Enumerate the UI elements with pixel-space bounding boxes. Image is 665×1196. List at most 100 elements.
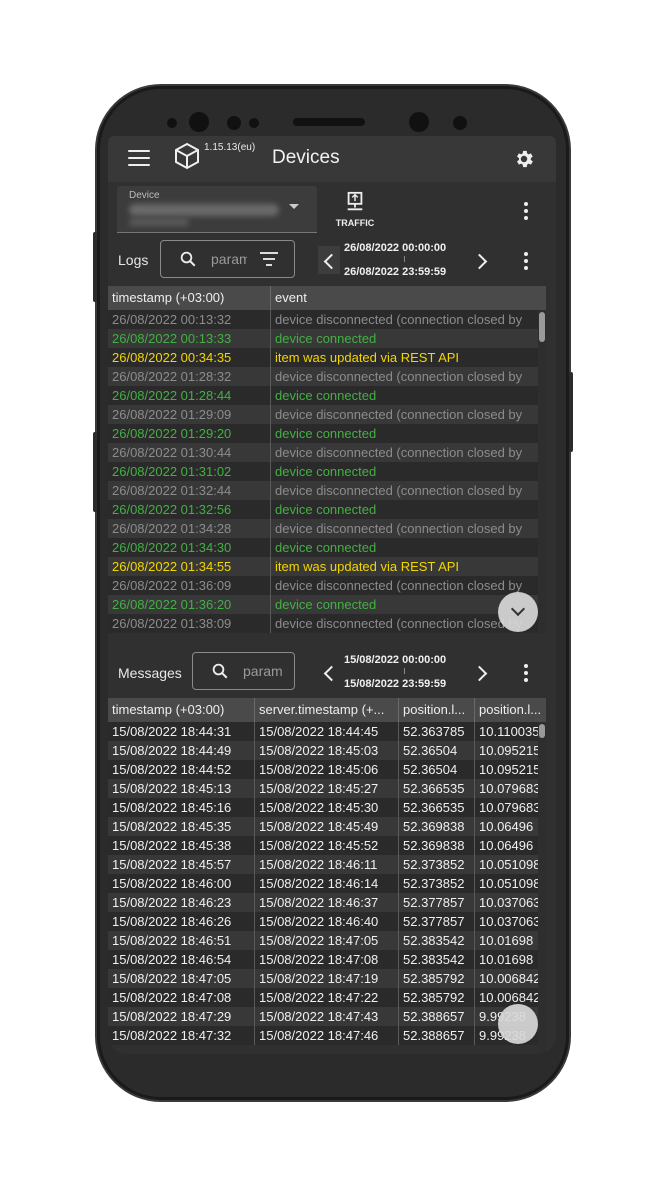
logs-more-icon[interactable] (524, 252, 528, 270)
logs-table-row[interactable]: 26/08/2022 01:28:44 device connected (108, 386, 546, 405)
logs-table-row[interactable]: 26/08/2022 01:30:44 device disconnected (… (108, 443, 546, 462)
messages-table-row[interactable]: 15/08/2022 18:47:05 15/08/2022 18:47:19 52… (108, 969, 546, 988)
logs-table-row[interactable]: 26/08/2022 01:34:28 device disconnected (… (108, 519, 546, 538)
logs-cell-timestamp: 26/08/2022 01:29:09 (108, 405, 271, 424)
logs-range-from[interactable]: 26/08/2022 00:00:00 (344, 242, 446, 254)
logs-table-row[interactable]: 26/08/2022 00:13:33 device connected (108, 329, 546, 348)
logs-search-input[interactable]: param (160, 240, 295, 278)
page-title: Devices (272, 147, 340, 168)
logs-table-row[interactable]: 26/08/2022 01:32:44 device disconnected (… (108, 481, 546, 500)
msg-cell-timestamp: 15/08/2022 18:44:49 (108, 741, 255, 760)
search-icon (212, 663, 228, 679)
messages-col-timestamp[interactable]: timestamp (+03:00) (108, 698, 255, 722)
logs-col-event[interactable]: event (271, 286, 546, 310)
logs-table-row[interactable]: 26/08/2022 01:28:32 device disconnected (… (108, 367, 546, 386)
msg-cell-position-lat: 52.36504 (399, 741, 475, 760)
filter-icon[interactable] (260, 252, 278, 267)
chevron-left-icon[interactable] (323, 665, 340, 682)
logs-table-row[interactable]: 26/08/2022 00:34:35 item was updated via … (108, 348, 546, 367)
logs-cell-event: device disconnected (connection closed b… (275, 369, 523, 384)
logs-vertical-scrollbar[interactable] (538, 310, 546, 634)
logs-table-row[interactable]: 26/08/2022 01:32:56 device connected (108, 500, 546, 519)
messages-scroll-thumb[interactable] (539, 724, 545, 738)
messages-label: Messages (118, 665, 182, 681)
logs-table-row[interactable]: 26/08/2022 01:29:09 device disconnected (… (108, 405, 546, 424)
messages-col-position-lat[interactable]: position.l... (399, 698, 475, 722)
msg-cell-position-lon: 10.095215 (479, 762, 541, 777)
msg-cell-server-timestamp: 15/08/2022 18:47:43 (255, 1007, 399, 1026)
traffic-button[interactable]: TRAFFIC (330, 190, 380, 230)
messages-table-row[interactable]: 15/08/2022 18:46:00 15/08/2022 18:46:14 52… (108, 874, 546, 893)
logs-table-row[interactable]: 26/08/2022 00:13:32 device disconnected (… (108, 310, 546, 329)
chevron-down-icon (510, 601, 526, 617)
logs-cell-timestamp: 26/08/2022 01:28:44 (108, 386, 271, 405)
messages-table-row[interactable]: 15/08/2022 18:44:49 15/08/2022 18:45:03 52… (108, 741, 546, 760)
logs-table-row[interactable]: 26/08/2022 01:29:20 device connected (108, 424, 546, 443)
app-bar: 1.15.13(eu) Devices (108, 136, 556, 182)
device-select[interactable]: Device (117, 186, 317, 233)
logs-cell-event: device connected (275, 540, 377, 555)
messages-table-row[interactable]: 15/08/2022 18:47:08 15/08/2022 18:47:22 52… (108, 988, 546, 1007)
messages-table-row[interactable]: 15/08/2022 18:44:52 15/08/2022 18:45:06 52… (108, 760, 546, 779)
logs-cell-event: device connected (275, 331, 377, 346)
messages-more-icon[interactable] (524, 664, 528, 682)
messages-table-row[interactable]: 15/08/2022 18:45:35 15/08/2022 18:45:49 52… (108, 817, 546, 836)
chevron-right-icon[interactable] (471, 665, 488, 682)
msg-cell-position-lon: 10.06496 (479, 819, 534, 834)
messages-vertical-scrollbar[interactable] (538, 722, 546, 1054)
logs-table-row[interactable]: 26/08/2022 01:38:09 device disconnected (… (108, 614, 546, 633)
logs-table-row[interactable]: 26/08/2022 01:36:20 device connected (108, 595, 546, 614)
messages-table-row[interactable]: 15/08/2022 18:45:16 15/08/2022 18:45:30 52… (108, 798, 546, 817)
messages-table-row[interactable]: 15/08/2022 18:47:32 15/08/2022 18:47:46 52… (108, 1026, 546, 1045)
messages-table-row[interactable]: 15/08/2022 18:45:13 15/08/2022 18:45:27 52… (108, 779, 546, 798)
range-divider (404, 668, 405, 674)
messages-table-row[interactable]: 15/08/2022 18:46:23 15/08/2022 18:46:37 52… (108, 893, 546, 912)
msg-cell-position-lat: 52.385792 (399, 988, 475, 1007)
chevron-right-icon[interactable] (471, 253, 488, 270)
msg-cell-timestamp: 15/08/2022 18:45:13 (108, 779, 255, 798)
messages-scroll-button[interactable] (498, 1004, 538, 1044)
logs-date-range: 26/08/2022 00:00:00 26/08/2022 23:59:59 (318, 238, 488, 284)
messages-search-input[interactable]: param (192, 652, 295, 690)
logs-col-timestamp[interactable]: timestamp (+03:00) (108, 286, 271, 310)
msg-cell-position-lat: 52.383542 (399, 950, 475, 969)
logs-table-row[interactable]: 26/08/2022 01:31:02 device connected (108, 462, 546, 481)
messages-range-to[interactable]: 15/08/2022 23:59:59 (344, 678, 446, 690)
msg-cell-server-timestamp: 15/08/2022 18:45:03 (255, 741, 399, 760)
menu-icon[interactable] (128, 150, 150, 166)
messages-table-row[interactable]: 15/08/2022 18:47:29 15/08/2022 18:47:43 52… (108, 1007, 546, 1026)
msg-cell-timestamp: 15/08/2022 18:44:31 (108, 722, 255, 741)
messages-range-from[interactable]: 15/08/2022 00:00:00 (344, 654, 446, 666)
network-traffic-icon (347, 191, 363, 211)
logs-prev-button[interactable] (318, 246, 340, 274)
msg-cell-timestamp: 15/08/2022 18:47:08 (108, 988, 255, 1007)
messages-table-row[interactable]: 15/08/2022 18:45:38 15/08/2022 18:45:52 52… (108, 836, 546, 855)
logs-table-row[interactable]: 26/08/2022 01:36:09 device disconnected (… (108, 576, 546, 595)
device-more-icon[interactable] (524, 202, 528, 220)
logs-cell-timestamp: 26/08/2022 01:36:20 (108, 595, 271, 614)
logs-table-row[interactable]: 26/08/2022 01:34:30 device connected (108, 538, 546, 557)
messages-table-row[interactable]: 15/08/2022 18:46:54 15/08/2022 18:47:08 52… (108, 950, 546, 969)
msg-cell-timestamp: 15/08/2022 18:46:00 (108, 874, 255, 893)
logs-cell-timestamp: 26/08/2022 01:29:20 (108, 424, 271, 443)
logs-range-to[interactable]: 26/08/2022 23:59:59 (344, 266, 446, 278)
messages-search-value: param (243, 663, 283, 679)
msg-cell-position-lon: 10.06496 (479, 838, 534, 853)
msg-cell-timestamp: 15/08/2022 18:46:23 (108, 893, 255, 912)
logs-scroll-thumb[interactable] (539, 312, 545, 342)
messages-col-position-lon[interactable]: position.l... (475, 698, 546, 722)
logs-search-value: param (211, 251, 247, 267)
logs-table-row[interactable]: 26/08/2022 01:34:55 item was updated via … (108, 557, 546, 576)
logs-cell-timestamp: 26/08/2022 01:28:32 (108, 367, 271, 386)
messages-table-row[interactable]: 15/08/2022 18:46:26 15/08/2022 18:46:40 52… (108, 912, 546, 931)
messages-table-row[interactable]: 15/08/2022 18:46:51 15/08/2022 18:47:05 52… (108, 931, 546, 950)
msg-cell-position-lon: 10.095215 (479, 743, 541, 758)
messages-table-row[interactable]: 15/08/2022 18:44:31 15/08/2022 18:44:45 52… (108, 722, 546, 741)
logs-scroll-down-button[interactable] (498, 592, 538, 632)
logs-table: timestamp (+03:00) event 26/08/2022 00:1… (108, 286, 546, 634)
gear-icon[interactable] (513, 148, 535, 170)
msg-cell-position-lat: 52.369838 (399, 817, 475, 836)
volume-button (93, 232, 97, 302)
messages-table-row[interactable]: 15/08/2022 18:45:57 15/08/2022 18:46:11 52… (108, 855, 546, 874)
messages-col-server-timestamp[interactable]: server.timestamp (+... (255, 698, 399, 722)
